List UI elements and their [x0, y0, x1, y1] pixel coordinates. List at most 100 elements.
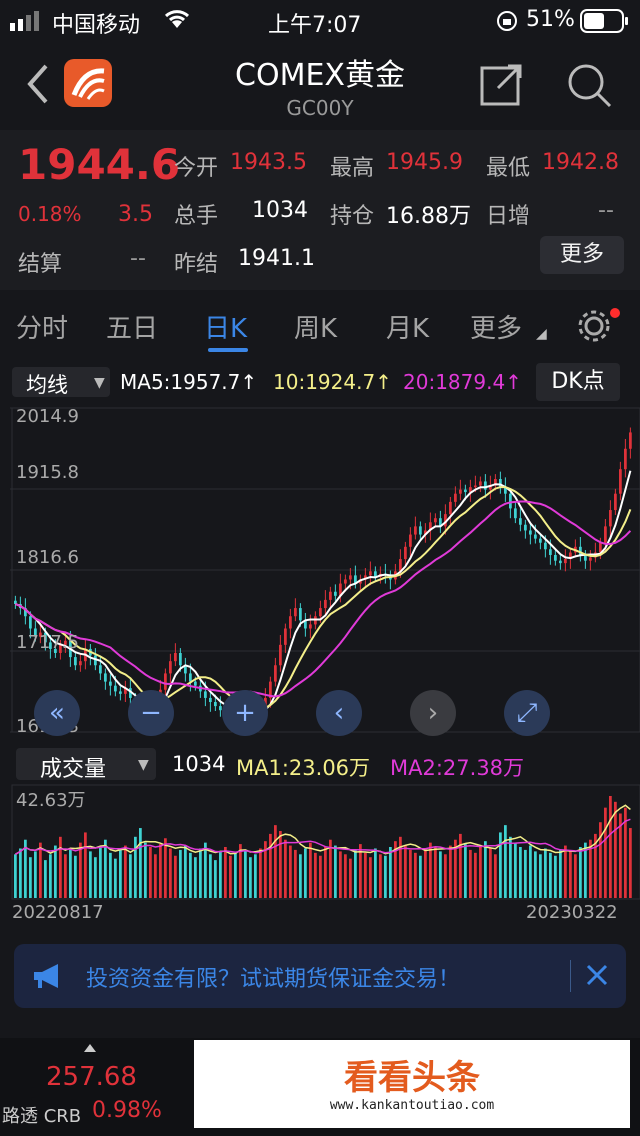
- fullscreen-button[interactable]: ⤢: [504, 690, 550, 736]
- more-caret-icon: ◢: [536, 326, 547, 342]
- tab-daily-k[interactable]: 日K: [204, 308, 247, 345]
- next-candle-button[interactable]: ›: [410, 690, 456, 736]
- share-icon: [480, 64, 522, 106]
- volume-bar: [299, 854, 302, 898]
- candle: [294, 608, 297, 617]
- candle: [589, 557, 592, 561]
- candle: [309, 624, 312, 629]
- y-tick-1: 1915.8: [16, 462, 79, 483]
- volume-bar: [279, 830, 282, 898]
- double-left-icon: «: [49, 698, 65, 728]
- ticker-price: 257.68: [46, 1062, 137, 1092]
- scroll-start-button[interactable]: «: [34, 690, 80, 736]
- volume-value: 1034: [252, 198, 308, 223]
- volume-label: 总手: [174, 204, 219, 229]
- candle: [324, 599, 327, 609]
- y-tick-3: 1717.5: [16, 632, 79, 653]
- candle: [299, 608, 302, 621]
- volume-bar: [604, 807, 607, 898]
- volume-bar: [504, 825, 507, 898]
- wifi-icon: [162, 8, 192, 36]
- ma10-legend: 10:1924.7↑: [273, 370, 392, 394]
- dk-point-button[interactable]: DK点: [536, 363, 620, 401]
- volume-bar: [114, 858, 117, 898]
- volume-bar: [194, 857, 197, 898]
- volume-ma1: MA1:23.06万: [236, 756, 371, 780]
- signal-icon: [10, 11, 50, 37]
- more-button[interactable]: 更多: [540, 236, 624, 274]
- minus-icon: −: [140, 698, 162, 728]
- volume-bar: [324, 847, 327, 898]
- volume-bar: [514, 842, 517, 898]
- y-tick-0: 2014.9: [16, 406, 79, 427]
- tab-five-day[interactable]: 五日: [106, 308, 158, 345]
- ma20-legend: 20:1879.4↑: [403, 370, 522, 394]
- volume-bar: [334, 845, 337, 898]
- tab-more[interactable]: 更多: [470, 308, 522, 345]
- ma5-legend: MA5:1957.7↑: [120, 370, 258, 394]
- candle: [544, 542, 547, 550]
- prev-candle-button[interactable]: ‹: [316, 690, 362, 736]
- volume-bar: [129, 854, 132, 898]
- quote-panel: 1944.6 0.18% 3.5 结算 -- 今开 1943.5 最高 1945…: [0, 130, 640, 290]
- volume-bar: [464, 844, 467, 898]
- volume-bar: [59, 836, 62, 898]
- volume-bar: [159, 844, 162, 898]
- volume-bar: [189, 852, 192, 898]
- candle: [109, 681, 112, 686]
- ma-select-label: 均线: [26, 373, 68, 397]
- candle: [79, 661, 82, 666]
- volume-bar: [419, 855, 422, 898]
- settle-label: 结算: [18, 252, 63, 277]
- share-button[interactable]: [480, 62, 524, 110]
- ma-select[interactable]: 均线 ▼: [12, 367, 110, 397]
- volume-bar: [439, 851, 442, 898]
- volume-bar: [554, 855, 557, 898]
- volume-bar: [184, 845, 187, 898]
- volume-bar: [29, 857, 32, 898]
- promo-banner[interactable]: 投资资金有限？试试期货保证金交易！: [14, 944, 626, 1008]
- volume-bar: [284, 839, 287, 898]
- tab-weekly-k[interactable]: 周K: [294, 308, 337, 345]
- ticker-percent: 0.98%: [92, 1098, 162, 1123]
- tab-intraday[interactable]: 分时: [16, 308, 68, 345]
- volume-bar: [629, 828, 632, 898]
- search-button[interactable]: [566, 62, 612, 112]
- banner-divider: [570, 960, 571, 992]
- tab-monthly-k[interactable]: 月K: [386, 308, 429, 345]
- page-title: COMEX黄金: [235, 58, 405, 93]
- volume-chart[interactable]: [0, 784, 640, 900]
- volume-bar: [179, 849, 182, 898]
- volume-bar: [304, 848, 307, 898]
- candle: [204, 691, 207, 698]
- banner-close-button[interactable]: [584, 962, 610, 992]
- candle: [609, 510, 612, 527]
- candle: [419, 526, 422, 535]
- volume-bar: [94, 857, 97, 898]
- candle: [629, 432, 632, 449]
- candle: [289, 616, 292, 629]
- volume-bar: [309, 842, 312, 898]
- volume-bar: [469, 849, 472, 898]
- y-tick-2: 1816.6: [16, 547, 79, 568]
- volume-bar: [389, 847, 392, 898]
- candle: [284, 628, 287, 645]
- zoom-in-button[interactable]: +: [222, 690, 268, 736]
- volume-select[interactable]: 成交量 ▼: [16, 748, 156, 782]
- increase-value: --: [598, 198, 614, 223]
- candle: [449, 501, 452, 515]
- candle: [174, 653, 177, 662]
- volume-bar: [154, 854, 157, 898]
- price-chart[interactable]: [0, 402, 640, 738]
- volume-bar: [479, 847, 482, 898]
- zoom-out-button[interactable]: −: [128, 690, 174, 736]
- candle: [559, 560, 562, 564]
- volume-bar: [249, 857, 252, 898]
- volume-bar: [69, 849, 72, 898]
- watermark-logo: 看看头条: [344, 1058, 480, 1098]
- volume-bar: [34, 851, 37, 898]
- volume-bar: [499, 832, 502, 898]
- volume-bar: [449, 845, 452, 898]
- volume-bar: [374, 848, 377, 898]
- volume-bar: [269, 833, 272, 898]
